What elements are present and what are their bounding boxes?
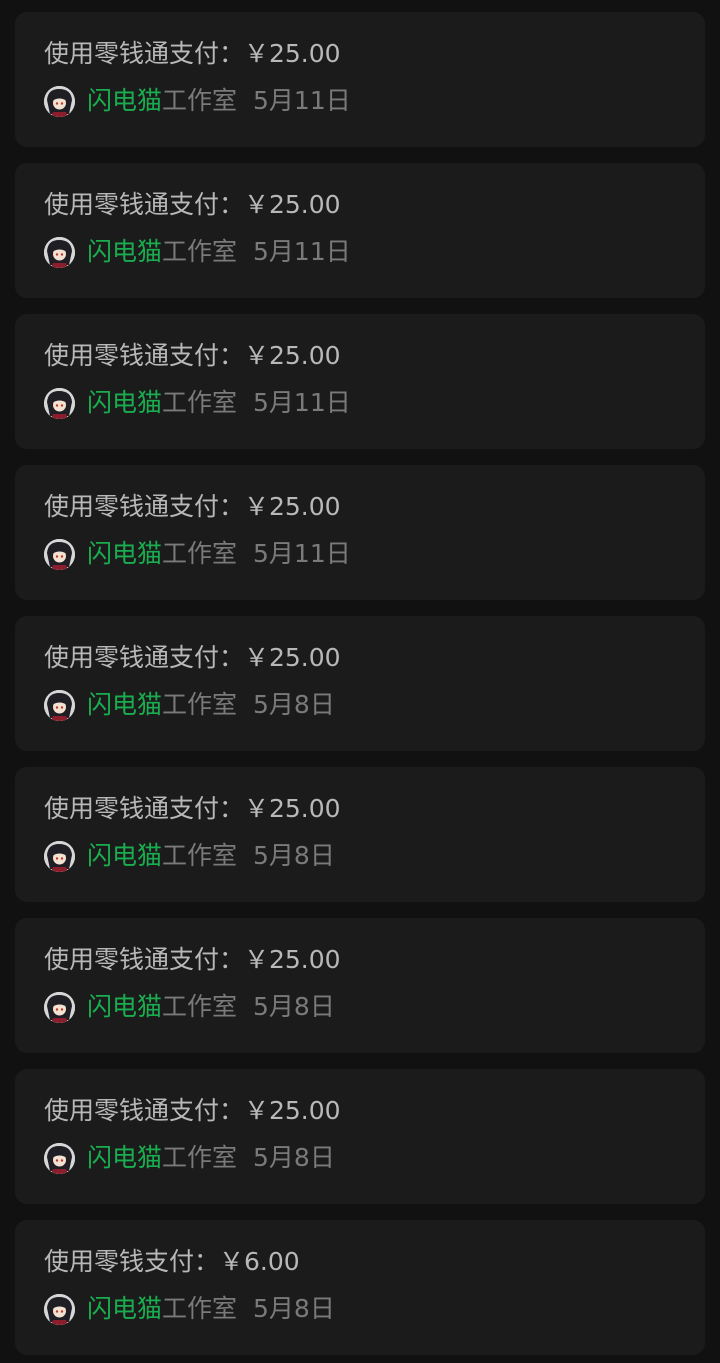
payment-record-card[interactable]: 使用零钱通支付：￥25.00 闪电猫 工作室 5月8日 bbox=[15, 767, 705, 902]
payment-amount-text: 使用零钱通支付：￥25.00 bbox=[44, 190, 341, 219]
record-date: 5月11日 bbox=[253, 86, 351, 115]
shop-name-link[interactable]: 闪电猫 bbox=[87, 1293, 162, 1325]
payment-amount-text: 使用零钱通支付：￥25.00 bbox=[44, 945, 341, 974]
record-date: 5月8日 bbox=[253, 992, 335, 1021]
payment-amount-text: 使用零钱通支付：￥25.00 bbox=[44, 492, 341, 521]
shop-name-link[interactable]: 闪电猫 bbox=[87, 236, 162, 268]
shop-name-suffix: 工作室 bbox=[162, 237, 238, 266]
shop-name-suffix: 工作室 bbox=[162, 841, 238, 870]
record-date: 5月8日 bbox=[253, 1143, 335, 1172]
payment-amount-text: 使用零钱通支付：￥25.00 bbox=[44, 39, 341, 68]
payment-record-list: 使用零钱通支付：￥25.00 闪电猫 工作室 5月11日 使用零钱通支付：￥25.… bbox=[0, 0, 720, 1363]
shop-name-suffix: 工作室 bbox=[162, 992, 238, 1021]
payment-record-card[interactable]: 使用零钱通支付：￥25.00 闪电猫 工作室 5月8日 bbox=[15, 918, 705, 1053]
payment-record-card[interactable]: 使用零钱通支付：￥25.00 闪电猫 工作室 5月11日 bbox=[15, 12, 705, 147]
shop-name-link[interactable]: 闪电猫 bbox=[87, 840, 162, 872]
record-date: 5月8日 bbox=[253, 841, 335, 870]
record-date: 5月11日 bbox=[253, 237, 351, 266]
shop-name-suffix: 工作室 bbox=[162, 1294, 238, 1323]
shop-avatar-icon bbox=[44, 1293, 75, 1325]
shop-name-link[interactable]: 闪电猫 bbox=[87, 1142, 162, 1174]
record-meta: 闪电猫 工作室 5月8日 bbox=[44, 1293, 335, 1325]
payment-record-card[interactable]: 使用零钱通支付：￥25.00 闪电猫 工作室 5月11日 bbox=[15, 314, 705, 449]
payment-amount-text: 使用零钱通支付：￥25.00 bbox=[44, 341, 341, 370]
record-meta: 闪电猫 工作室 5月11日 bbox=[44, 236, 351, 268]
shop-name-suffix: 工作室 bbox=[162, 690, 238, 719]
shop-name-suffix: 工作室 bbox=[162, 86, 238, 115]
payment-amount-text: 使用零钱通支付：￥25.00 bbox=[44, 643, 341, 672]
payment-record-card[interactable]: 使用零钱支付：￥6.00 闪电猫 工作室 5月8日 bbox=[15, 1220, 705, 1355]
shop-name-suffix: 工作室 bbox=[162, 539, 238, 568]
record-meta: 闪电猫 工作室 5月8日 bbox=[44, 840, 335, 872]
shop-avatar-icon bbox=[44, 538, 75, 570]
payment-record-card[interactable]: 使用零钱通支付：￥25.00 闪电猫 工作室 5月11日 bbox=[15, 163, 705, 298]
shop-name-link[interactable]: 闪电猫 bbox=[87, 387, 162, 419]
record-meta: 闪电猫 工作室 5月11日 bbox=[44, 387, 351, 419]
shop-name-link[interactable]: 闪电猫 bbox=[87, 689, 162, 721]
shop-name-link[interactable]: 闪电猫 bbox=[87, 85, 162, 117]
payment-record-card[interactable]: 使用零钱通支付：￥25.00 闪电猫 工作室 5月11日 bbox=[15, 465, 705, 600]
payment-amount-text: 使用零钱通支付：￥25.00 bbox=[44, 794, 341, 823]
record-meta: 闪电猫 工作室 5月8日 bbox=[44, 991, 335, 1023]
shop-name-link[interactable]: 闪电猫 bbox=[87, 538, 162, 570]
shop-name-suffix: 工作室 bbox=[162, 1143, 238, 1172]
shop-avatar-icon bbox=[44, 236, 75, 268]
shop-avatar-icon bbox=[44, 840, 75, 872]
shop-avatar-icon bbox=[44, 85, 75, 117]
record-date: 5月8日 bbox=[253, 1294, 335, 1323]
record-date: 5月11日 bbox=[253, 539, 351, 568]
payment-amount-text: 使用零钱支付：￥6.00 bbox=[44, 1247, 300, 1276]
record-meta: 闪电猫 工作室 5月8日 bbox=[44, 1142, 335, 1174]
shop-avatar-icon bbox=[44, 991, 75, 1023]
shop-name-link[interactable]: 闪电猫 bbox=[87, 991, 162, 1023]
record-meta: 闪电猫 工作室 5月11日 bbox=[44, 538, 351, 570]
record-meta: 闪电猫 工作室 5月8日 bbox=[44, 689, 335, 721]
record-date: 5月8日 bbox=[253, 690, 335, 719]
record-date: 5月11日 bbox=[253, 388, 351, 417]
shop-avatar-icon bbox=[44, 387, 75, 419]
shop-avatar-icon bbox=[44, 1142, 75, 1174]
payment-record-card[interactable]: 使用零钱通支付：￥25.00 闪电猫 工作室 5月8日 bbox=[15, 616, 705, 751]
payment-record-card[interactable]: 使用零钱通支付：￥25.00 闪电猫 工作室 5月8日 bbox=[15, 1069, 705, 1204]
shop-name-suffix: 工作室 bbox=[162, 388, 238, 417]
shop-avatar-icon bbox=[44, 689, 75, 721]
payment-amount-text: 使用零钱通支付：￥25.00 bbox=[44, 1096, 341, 1125]
record-meta: 闪电猫 工作室 5月11日 bbox=[44, 85, 351, 117]
